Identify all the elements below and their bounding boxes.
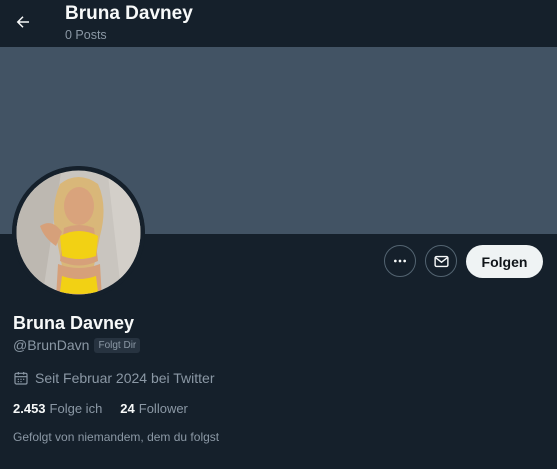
following-label: Folge ich [49, 401, 103, 416]
joined-text: Seit Februar 2024 bei Twitter [35, 370, 215, 386]
following-count: 2.453 [13, 401, 46, 416]
arrow-left-icon [16, 16, 29, 28]
mail-icon [433, 255, 449, 267]
more-options-button[interactable] [384, 245, 416, 277]
followers-link[interactable]: 24 Follower [120, 401, 188, 416]
follow-button[interactable]: Folgen [466, 245, 543, 278]
header-name: Bruna Davney [65, 3, 193, 24]
profile-handle: @BrunDavn [13, 337, 90, 353]
follow-stats: 2.453 Folge ich 24 Follower [13, 401, 188, 416]
followers-label: Follower [138, 401, 188, 416]
message-button[interactable] [425, 245, 457, 277]
follows-you-badge: Folgt Dir [94, 337, 141, 353]
joined-date: Seit Februar 2024 bei Twitter [13, 370, 215, 386]
followers-count: 24 [120, 401, 135, 416]
profile-display-name: Bruna Davney [13, 313, 135, 333]
following-link[interactable]: 2.453 Folge ich [13, 401, 102, 416]
back-button[interactable] [10, 9, 36, 35]
calendar-icon [14, 372, 28, 385]
avatar[interactable] [12, 166, 145, 299]
handle-row: @BrunDavn Folgt Dir [13, 337, 141, 353]
more-icon [394, 259, 406, 263]
header-post-count: 0 Posts [65, 28, 107, 42]
followed-by-text: Gefolgt von niemandem, dem du folgst [13, 430, 220, 444]
top-bar: Bruna Davney 0 Posts [0, 0, 557, 47]
